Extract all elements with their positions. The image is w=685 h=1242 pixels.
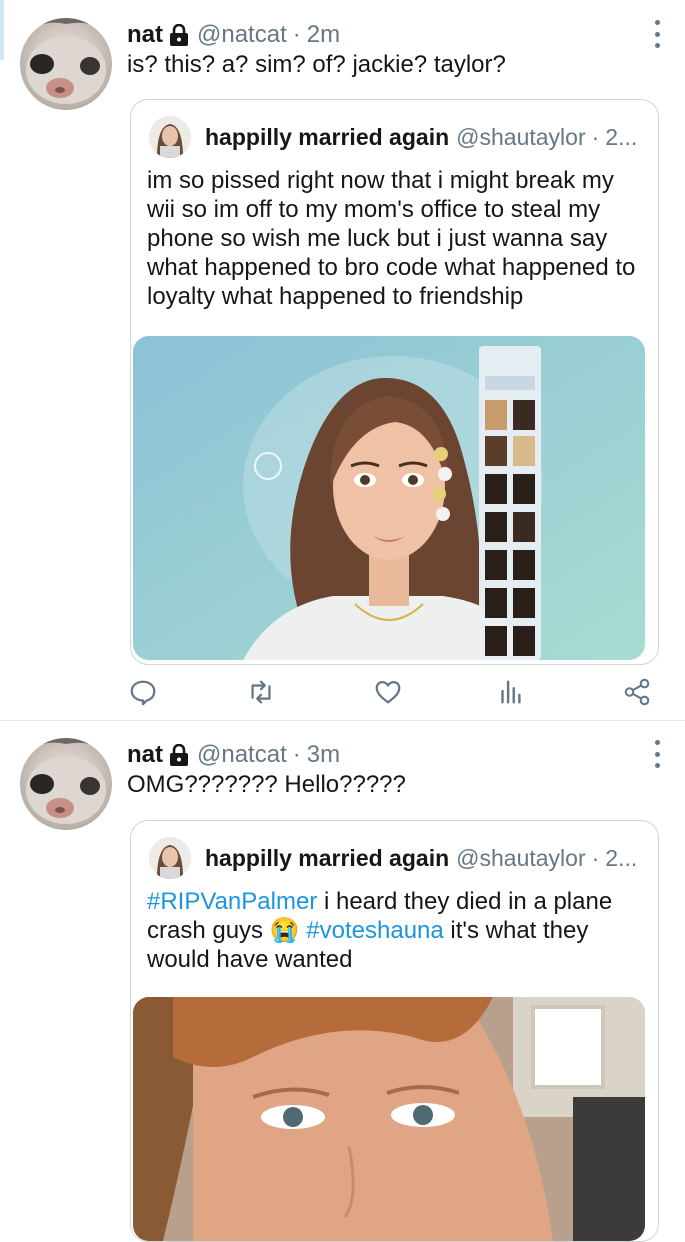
tweet-header: nat @natcat · 3m — [127, 738, 340, 772]
lock-icon — [169, 743, 189, 766]
quoted-header: happilly married again @shautaylor · 2..… — [205, 841, 637, 875]
retweet-icon[interactable] — [245, 676, 277, 708]
avatar[interactable] — [20, 18, 112, 110]
tweet[interactable]: nat @natcat · 3m OMG??????? Hello????? h… — [0, 720, 685, 1242]
photo-image[interactable] — [133, 997, 645, 1241]
quoted-author-handle[interactable]: @shautaylor — [456, 845, 585, 872]
separator-dot: · — [292, 741, 301, 768]
tweet-text: OMG??????? Hello????? — [127, 771, 406, 798]
quoted-author-name[interactable]: happilly married again — [205, 124, 449, 151]
avatar[interactable] — [20, 738, 112, 830]
separator-dot: · — [292, 21, 301, 48]
separator-dot: · — [591, 844, 600, 871]
tweet-text: is? this? a? sim? of? jackie? taylor? — [127, 51, 506, 78]
timestamp[interactable]: 2m — [307, 21, 340, 49]
quoted-tweet[interactable]: happilly married again @shautaylor · 2..… — [130, 99, 659, 665]
crying-emoji: 😭 — [269, 917, 300, 944]
timestamp[interactable]: 3m — [307, 741, 340, 769]
more-options-icon[interactable] — [651, 740, 663, 768]
analytics-icon[interactable] — [494, 676, 526, 708]
quoted-header: happilly married again @shautaylor · 2..… — [205, 120, 637, 154]
hashtag-link[interactable]: #voteshauna — [306, 917, 443, 944]
author-handle[interactable]: @natcat — [197, 21, 287, 49]
quoted-timestamp[interactable]: 2... — [605, 124, 637, 151]
quoted-text: im so pissed right now that i might brea… — [147, 167, 636, 310]
tweet-header: nat @natcat · 2m — [127, 18, 340, 52]
quoted-author-name[interactable]: happilly married again — [205, 845, 449, 872]
reply-icon[interactable] — [127, 676, 159, 708]
share-icon[interactable] — [621, 676, 653, 708]
quoted-avatar[interactable] — [149, 116, 191, 158]
separator-dot: · — [591, 123, 600, 150]
hashtag-link[interactable]: #RIPVanPalmer — [147, 888, 317, 915]
tweet[interactable]: nat @natcat · 2m is? this? a? sim? of? j… — [0, 0, 685, 720]
quoted-tweet[interactable]: happilly married again @shautaylor · 2..… — [130, 820, 659, 1242]
quoted-text: #RIPVanPalmer i heard they died in a pla… — [147, 887, 647, 974]
like-icon[interactable] — [372, 676, 404, 708]
quoted-author-handle[interactable]: @shautaylor — [456, 124, 585, 151]
author-name[interactable]: nat — [127, 741, 163, 769]
quoted-timestamp[interactable]: 2... — [605, 845, 637, 872]
sims-character-image[interactable] — [133, 336, 645, 660]
tweet-actions — [127, 676, 662, 708]
author-handle[interactable]: @natcat — [197, 741, 287, 769]
lock-icon — [169, 23, 189, 46]
quoted-avatar[interactable] — [149, 837, 191, 879]
more-options-icon[interactable] — [651, 20, 663, 48]
author-name[interactable]: nat — [127, 21, 163, 49]
